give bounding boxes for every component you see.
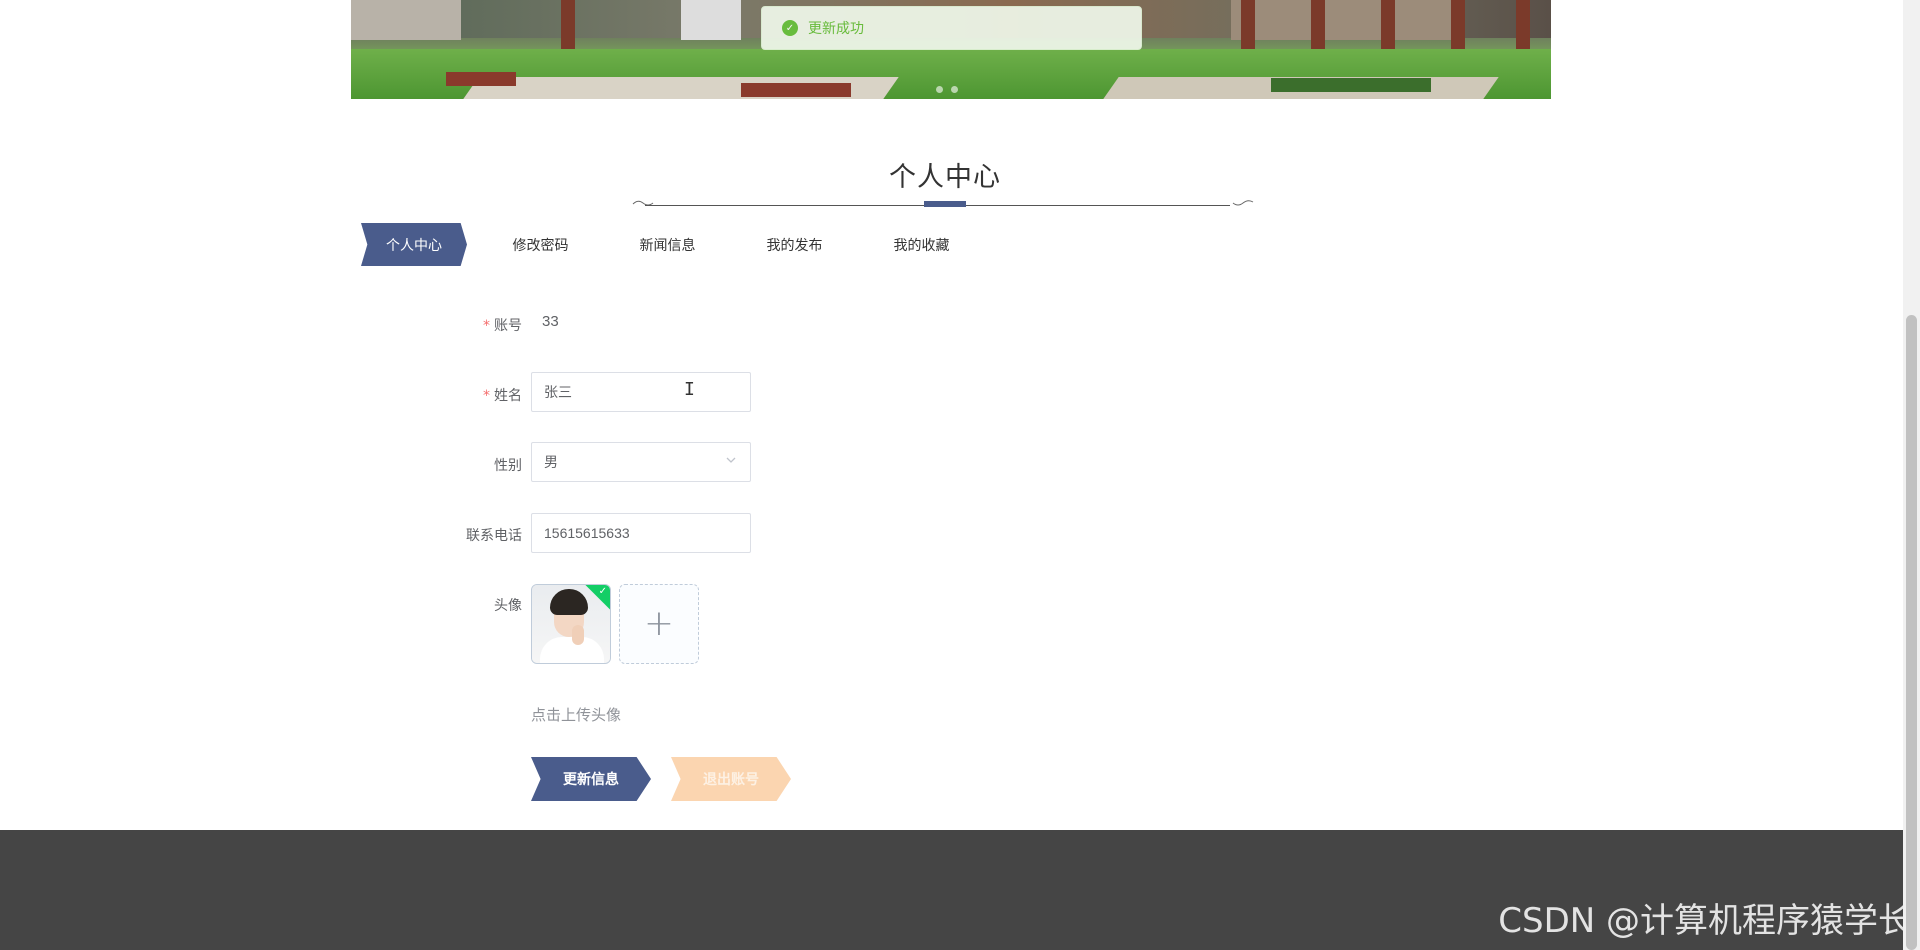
- vertical-scrollbar[interactable]: [1903, 0, 1920, 950]
- name-label: * 姓名: [362, 385, 522, 405]
- avatar-hand: [572, 625, 584, 645]
- gender-select[interactable]: 男: [531, 442, 751, 482]
- title-flourish-left-icon: [632, 200, 654, 206]
- page-title: 个人中心: [889, 162, 1001, 193]
- name-input[interactable]: 张三: [531, 372, 751, 412]
- toast-message: 更新成功: [808, 20, 864, 36]
- tab-change-password[interactable]: 修改密码: [477, 223, 604, 266]
- gender-label: 性别: [494, 458, 522, 474]
- tab-my-favorites[interactable]: 我的收藏: [858, 223, 985, 266]
- check-icon: ✓: [598, 586, 607, 597]
- title-divider-accent: [924, 201, 966, 207]
- success-check-icon: ✓: [782, 20, 798, 36]
- account-label-text: 账号: [494, 318, 522, 334]
- tab-my-posts[interactable]: 我的发布: [731, 223, 858, 266]
- account-value: 33: [542, 313, 559, 330]
- banner-flowerbed: [446, 72, 516, 86]
- phone-input[interactable]: 15615615633: [531, 513, 751, 553]
- banner-building: [351, 0, 461, 40]
- banner-building: [1231, 0, 1451, 40]
- plus-icon: +: [643, 603, 675, 644]
- tab-news[interactable]: 新闻信息: [604, 223, 731, 266]
- text-cursor-icon: I: [684, 379, 695, 400]
- logout-button[interactable]: 退出账号: [671, 757, 791, 801]
- title-flourish-right-icon: [1232, 200, 1254, 206]
- banner-building: [681, 0, 741, 40]
- required-mark: *: [483, 388, 490, 404]
- phone-label: 联系电话: [466, 528, 522, 544]
- account-label: * 账号: [362, 315, 522, 335]
- avatar-upload-button[interactable]: +: [619, 584, 699, 664]
- watermark: CSDN @计算机程序猿学长: [1498, 901, 1912, 941]
- banner-hedge: [1271, 78, 1431, 92]
- success-toast: ✓ 更新成功: [761, 6, 1142, 50]
- banner-flowerbed: [741, 83, 851, 97]
- name-label-text: 姓名: [494, 388, 522, 404]
- avatar-label: 头像: [494, 598, 522, 614]
- profile-tabs: 个人中心 修改密码 新闻信息 我的发布 我的收藏: [361, 223, 985, 266]
- chevron-down-icon: [726, 457, 736, 463]
- avatar-thumbnail[interactable]: ✓: [531, 584, 611, 664]
- upload-tip: 点击上传头像: [531, 706, 622, 724]
- banner-carousel-dots[interactable]: [936, 86, 958, 93]
- carousel-dot[interactable]: [951, 86, 958, 93]
- scrollbar-thumb[interactable]: [1906, 315, 1917, 950]
- required-mark: *: [483, 318, 490, 334]
- carousel-dot[interactable]: [936, 86, 943, 93]
- tab-profile[interactable]: 个人中心: [361, 223, 467, 266]
- gender-selected-value: 男: [544, 454, 558, 470]
- update-info-button[interactable]: 更新信息: [531, 757, 651, 801]
